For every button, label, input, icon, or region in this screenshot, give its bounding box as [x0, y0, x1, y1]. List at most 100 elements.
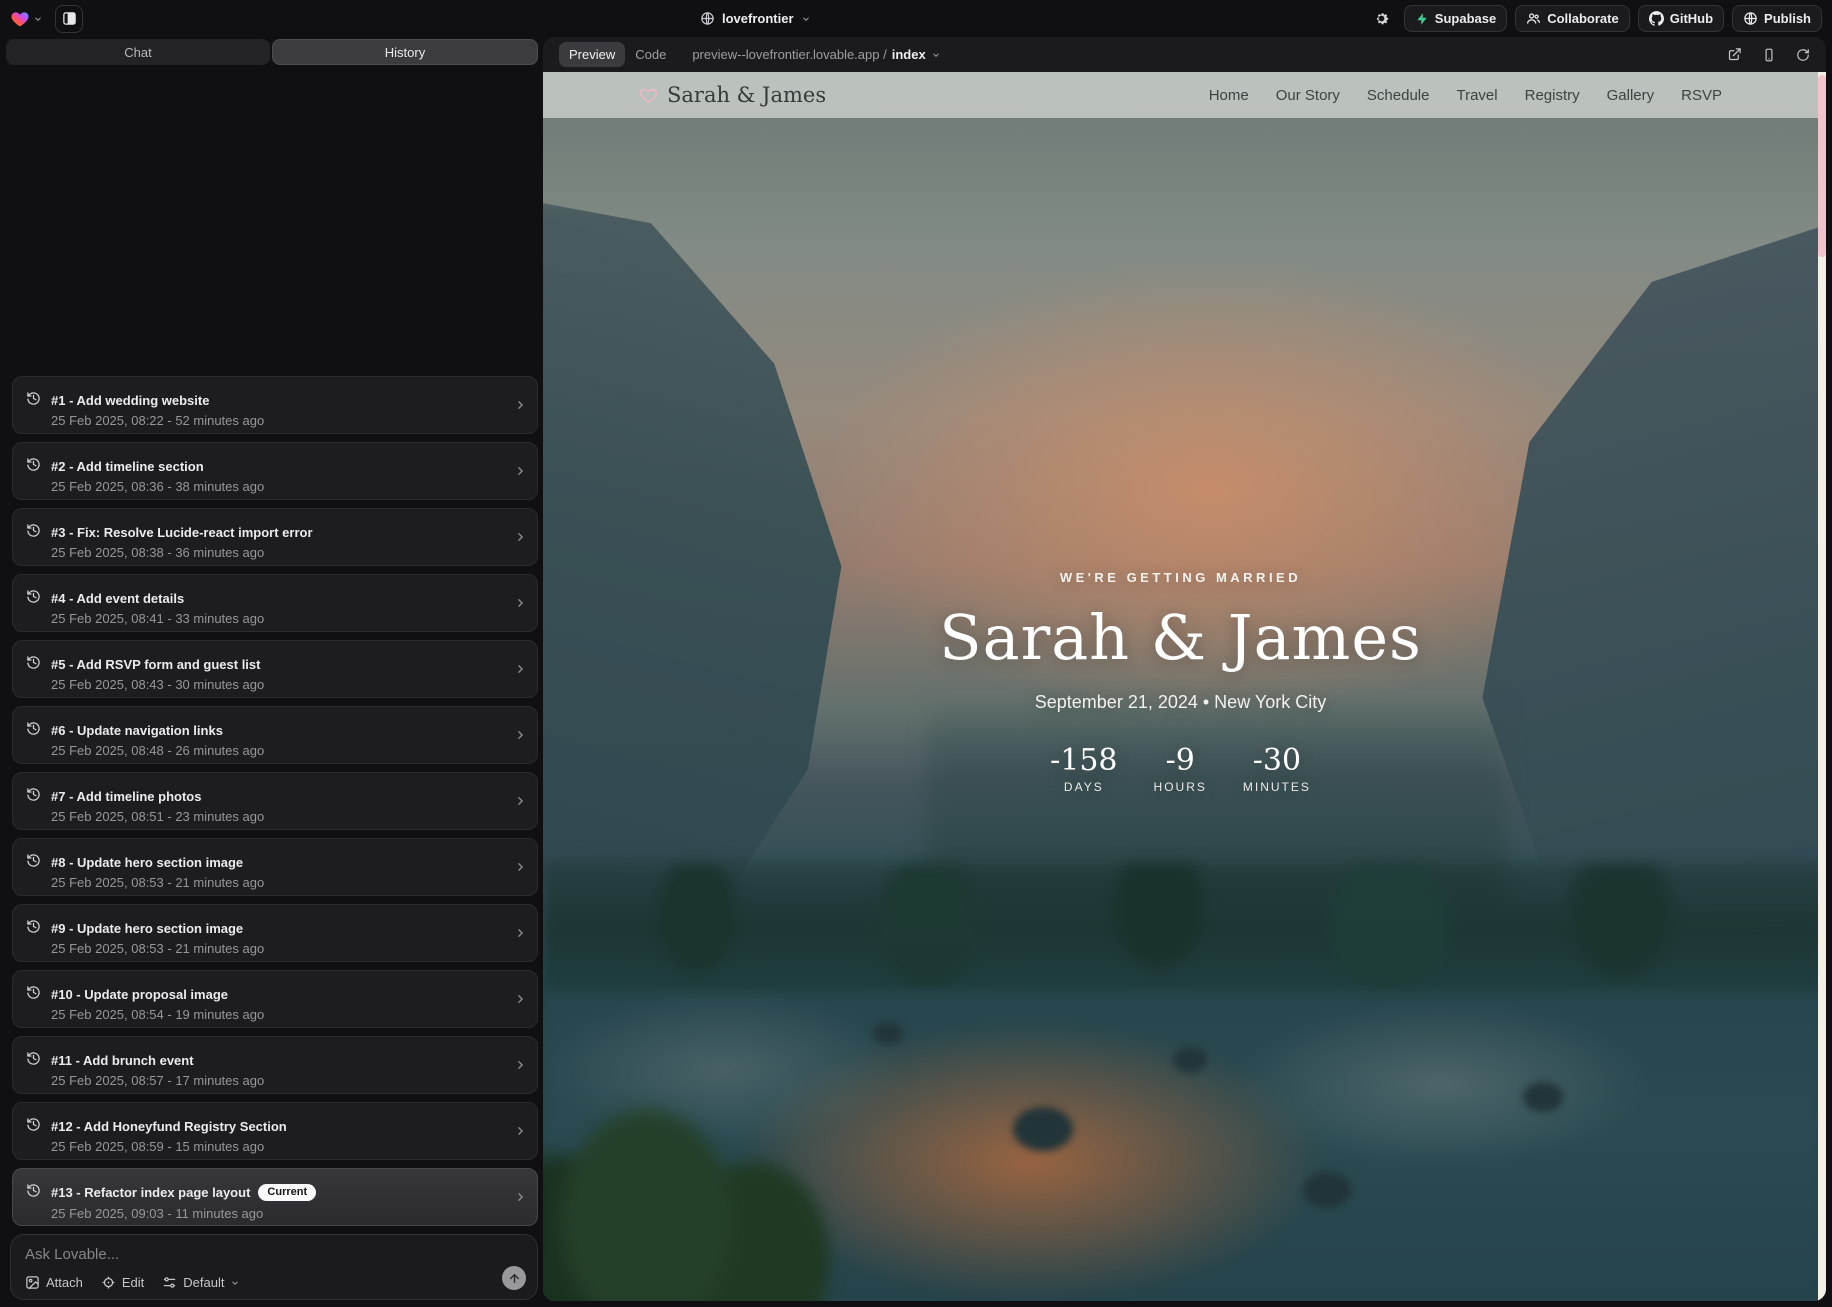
mobile-view-button[interactable] — [1762, 48, 1776, 62]
edit-label: Edit — [122, 1275, 144, 1290]
site-logo-text: Sarah & James — [667, 83, 826, 107]
chevron-right-icon[interactable] — [514, 1191, 527, 1204]
history-item-timestamp: 25 Feb 2025, 08:57 - 17 minutes ago — [51, 1073, 264, 1088]
supabase-button-label: Supabase — [1435, 11, 1496, 26]
preview-toolbar: Preview Code preview--lovefrontier.lovab… — [543, 37, 1826, 72]
history-icon — [26, 523, 41, 538]
mode-selector[interactable]: Default — [162, 1275, 240, 1290]
github-button[interactable]: GitHub — [1638, 5, 1724, 32]
site-nav-link[interactable]: Schedule — [1367, 87, 1430, 104]
tab-code[interactable]: Code — [625, 42, 676, 67]
chevron-right-icon[interactable] — [514, 729, 527, 742]
history-item[interactable]: #6 - Update navigation links 25 Feb 2025… — [12, 706, 538, 764]
history-item-timestamp: 25 Feb 2025, 09:03 - 11 minutes ago — [51, 1206, 316, 1221]
lovable-logo-menu[interactable] — [10, 9, 43, 29]
chevron-right-icon[interactable] — [514, 1059, 527, 1072]
history-item[interactable]: #1 - Add wedding website 25 Feb 2025, 08… — [12, 376, 538, 434]
chevron-down-icon — [230, 1278, 240, 1288]
chevron-right-icon[interactable] — [514, 663, 527, 676]
tab-history[interactable]: History — [272, 39, 538, 65]
history-item-timestamp: 25 Feb 2025, 08:43 - 30 minutes ago — [51, 677, 264, 692]
sliders-icon — [162, 1275, 177, 1290]
chevron-right-icon[interactable] — [514, 531, 527, 544]
countdown-value: -158 — [1050, 743, 1117, 778]
sidebar-tabs: Chat History — [6, 39, 538, 65]
current-badge: Current — [258, 1184, 316, 1201]
history-item-title: #9 - Update hero section image — [51, 921, 243, 936]
history-item-title: #8 - Update hero section image — [51, 855, 243, 870]
app-topbar: lovefrontier Supabase Collaborate — [0, 0, 1832, 37]
history-item[interactable]: #10 - Update proposal image 25 Feb 2025,… — [12, 970, 538, 1028]
project-switcher[interactable]: lovefrontier — [700, 0, 811, 37]
history-item[interactable]: #8 - Update hero section image 25 Feb 20… — [12, 838, 538, 896]
history-item-timestamp: 25 Feb 2025, 08:22 - 52 minutes ago — [51, 413, 264, 428]
lovable-heart-icon — [10, 9, 30, 29]
refresh-button[interactable] — [1796, 48, 1810, 62]
chevron-right-icon[interactable] — [514, 399, 527, 412]
history-item[interactable]: #4 - Add event details 25 Feb 2025, 08:4… — [12, 574, 538, 632]
left-sidebar: Chat History #1 - Add wedding website 25… — [6, 39, 538, 1301]
history-item-timestamp: 25 Feb 2025, 08:48 - 26 minutes ago — [51, 743, 264, 758]
chevron-right-icon[interactable] — [514, 861, 527, 874]
chevron-right-icon[interactable] — [514, 465, 527, 478]
chevron-right-icon[interactable] — [514, 993, 527, 1006]
history-item[interactable]: #2 - Add timeline section 25 Feb 2025, 0… — [12, 442, 538, 500]
site-scrollbar[interactable] — [1818, 72, 1826, 1301]
preview-url[interactable]: preview--lovefrontier.lovable.app / inde… — [692, 47, 940, 62]
publish-button[interactable]: Publish — [1732, 5, 1822, 32]
site-nav-link[interactable]: Registry — [1525, 87, 1580, 104]
history-icon — [26, 1117, 41, 1132]
site-viewport: Sarah & James Home Our Story Schedule Trave… — [543, 72, 1826, 1301]
attach-label: Attach — [46, 1275, 83, 1290]
chevron-right-icon[interactable] — [514, 795, 527, 808]
heart-outline-icon — [639, 86, 658, 105]
history-item-timestamp: 25 Feb 2025, 08:36 - 38 minutes ago — [51, 479, 264, 494]
history-item[interactable]: #7 - Add timeline photos 25 Feb 2025, 08… — [12, 772, 538, 830]
history-item[interactable]: #11 - Add brunch event 25 Feb 2025, 08:5… — [12, 1036, 538, 1094]
countdown-value: -9 — [1166, 743, 1195, 778]
history-icon — [26, 985, 41, 1000]
history-item[interactable]: #5 - Add RSVP form and guest list 25 Feb… — [12, 640, 538, 698]
site-nav-link[interactable]: Gallery — [1607, 87, 1655, 104]
globe-icon — [700, 11, 715, 26]
countdown-label: HOURS — [1154, 780, 1207, 794]
chevron-right-icon[interactable] — [514, 927, 527, 940]
history-item-title: #13 - Refactor index page layout — [51, 1185, 250, 1200]
chevron-down-icon — [33, 14, 43, 24]
history-item[interactable]: #9 - Update hero section image 25 Feb 20… — [12, 904, 538, 962]
site-logo[interactable]: Sarah & James — [639, 83, 826, 107]
countdown-value: -30 — [1253, 743, 1301, 778]
edit-button[interactable]: Edit — [101, 1275, 144, 1290]
settings-button[interactable] — [1368, 5, 1396, 33]
project-name: lovefrontier — [722, 11, 794, 26]
countdown-column: -9 HOURS — [1154, 743, 1207, 794]
chevron-right-icon[interactable] — [514, 597, 527, 610]
site-nav-link[interactable]: RSVP — [1681, 87, 1722, 104]
history-item-title: #12 - Add Honeyfund Registry Section — [51, 1119, 287, 1134]
tab-chat[interactable]: Chat — [6, 39, 270, 65]
history-item[interactable]: #3 - Fix: Resolve Lucide-react import er… — [12, 508, 538, 566]
history-item-title: #4 - Add event details — [51, 591, 184, 606]
ask-lovable-input[interactable] — [25, 1246, 423, 1263]
collaborate-button[interactable]: Collaborate — [1515, 5, 1630, 32]
attach-button[interactable]: Attach — [25, 1275, 83, 1290]
history-icon — [26, 787, 41, 802]
send-button[interactable] — [502, 1266, 526, 1290]
history-item-title: #11 - Add brunch event — [51, 1053, 194, 1068]
history-item[interactable]: #12 - Add Honeyfund Registry Section 25 … — [12, 1102, 538, 1160]
site-nav-link[interactable]: Home — [1209, 87, 1249, 104]
site-scrollbar-thumb[interactable] — [1818, 75, 1826, 257]
sidebar-toggle-button[interactable] — [55, 5, 83, 33]
site-nav-link[interactable]: Travel — [1456, 87, 1497, 104]
history-item[interactable]: #13 - Refactor index page layout Current… — [12, 1168, 538, 1226]
history-item-timestamp: 25 Feb 2025, 08:41 - 33 minutes ago — [51, 611, 264, 626]
history-icon — [26, 391, 41, 406]
open-external-button[interactable] — [1727, 47, 1742, 62]
supabase-bolt-icon — [1415, 12, 1429, 26]
chevron-right-icon[interactable] — [514, 1125, 527, 1138]
site-header: Sarah & James Home Our Story Schedule Trave… — [543, 72, 1818, 118]
site-nav-link[interactable]: Our Story — [1276, 87, 1340, 104]
arrow-up-icon — [508, 1272, 521, 1285]
tab-preview[interactable]: Preview — [559, 42, 625, 67]
supabase-button[interactable]: Supabase — [1404, 5, 1507, 32]
